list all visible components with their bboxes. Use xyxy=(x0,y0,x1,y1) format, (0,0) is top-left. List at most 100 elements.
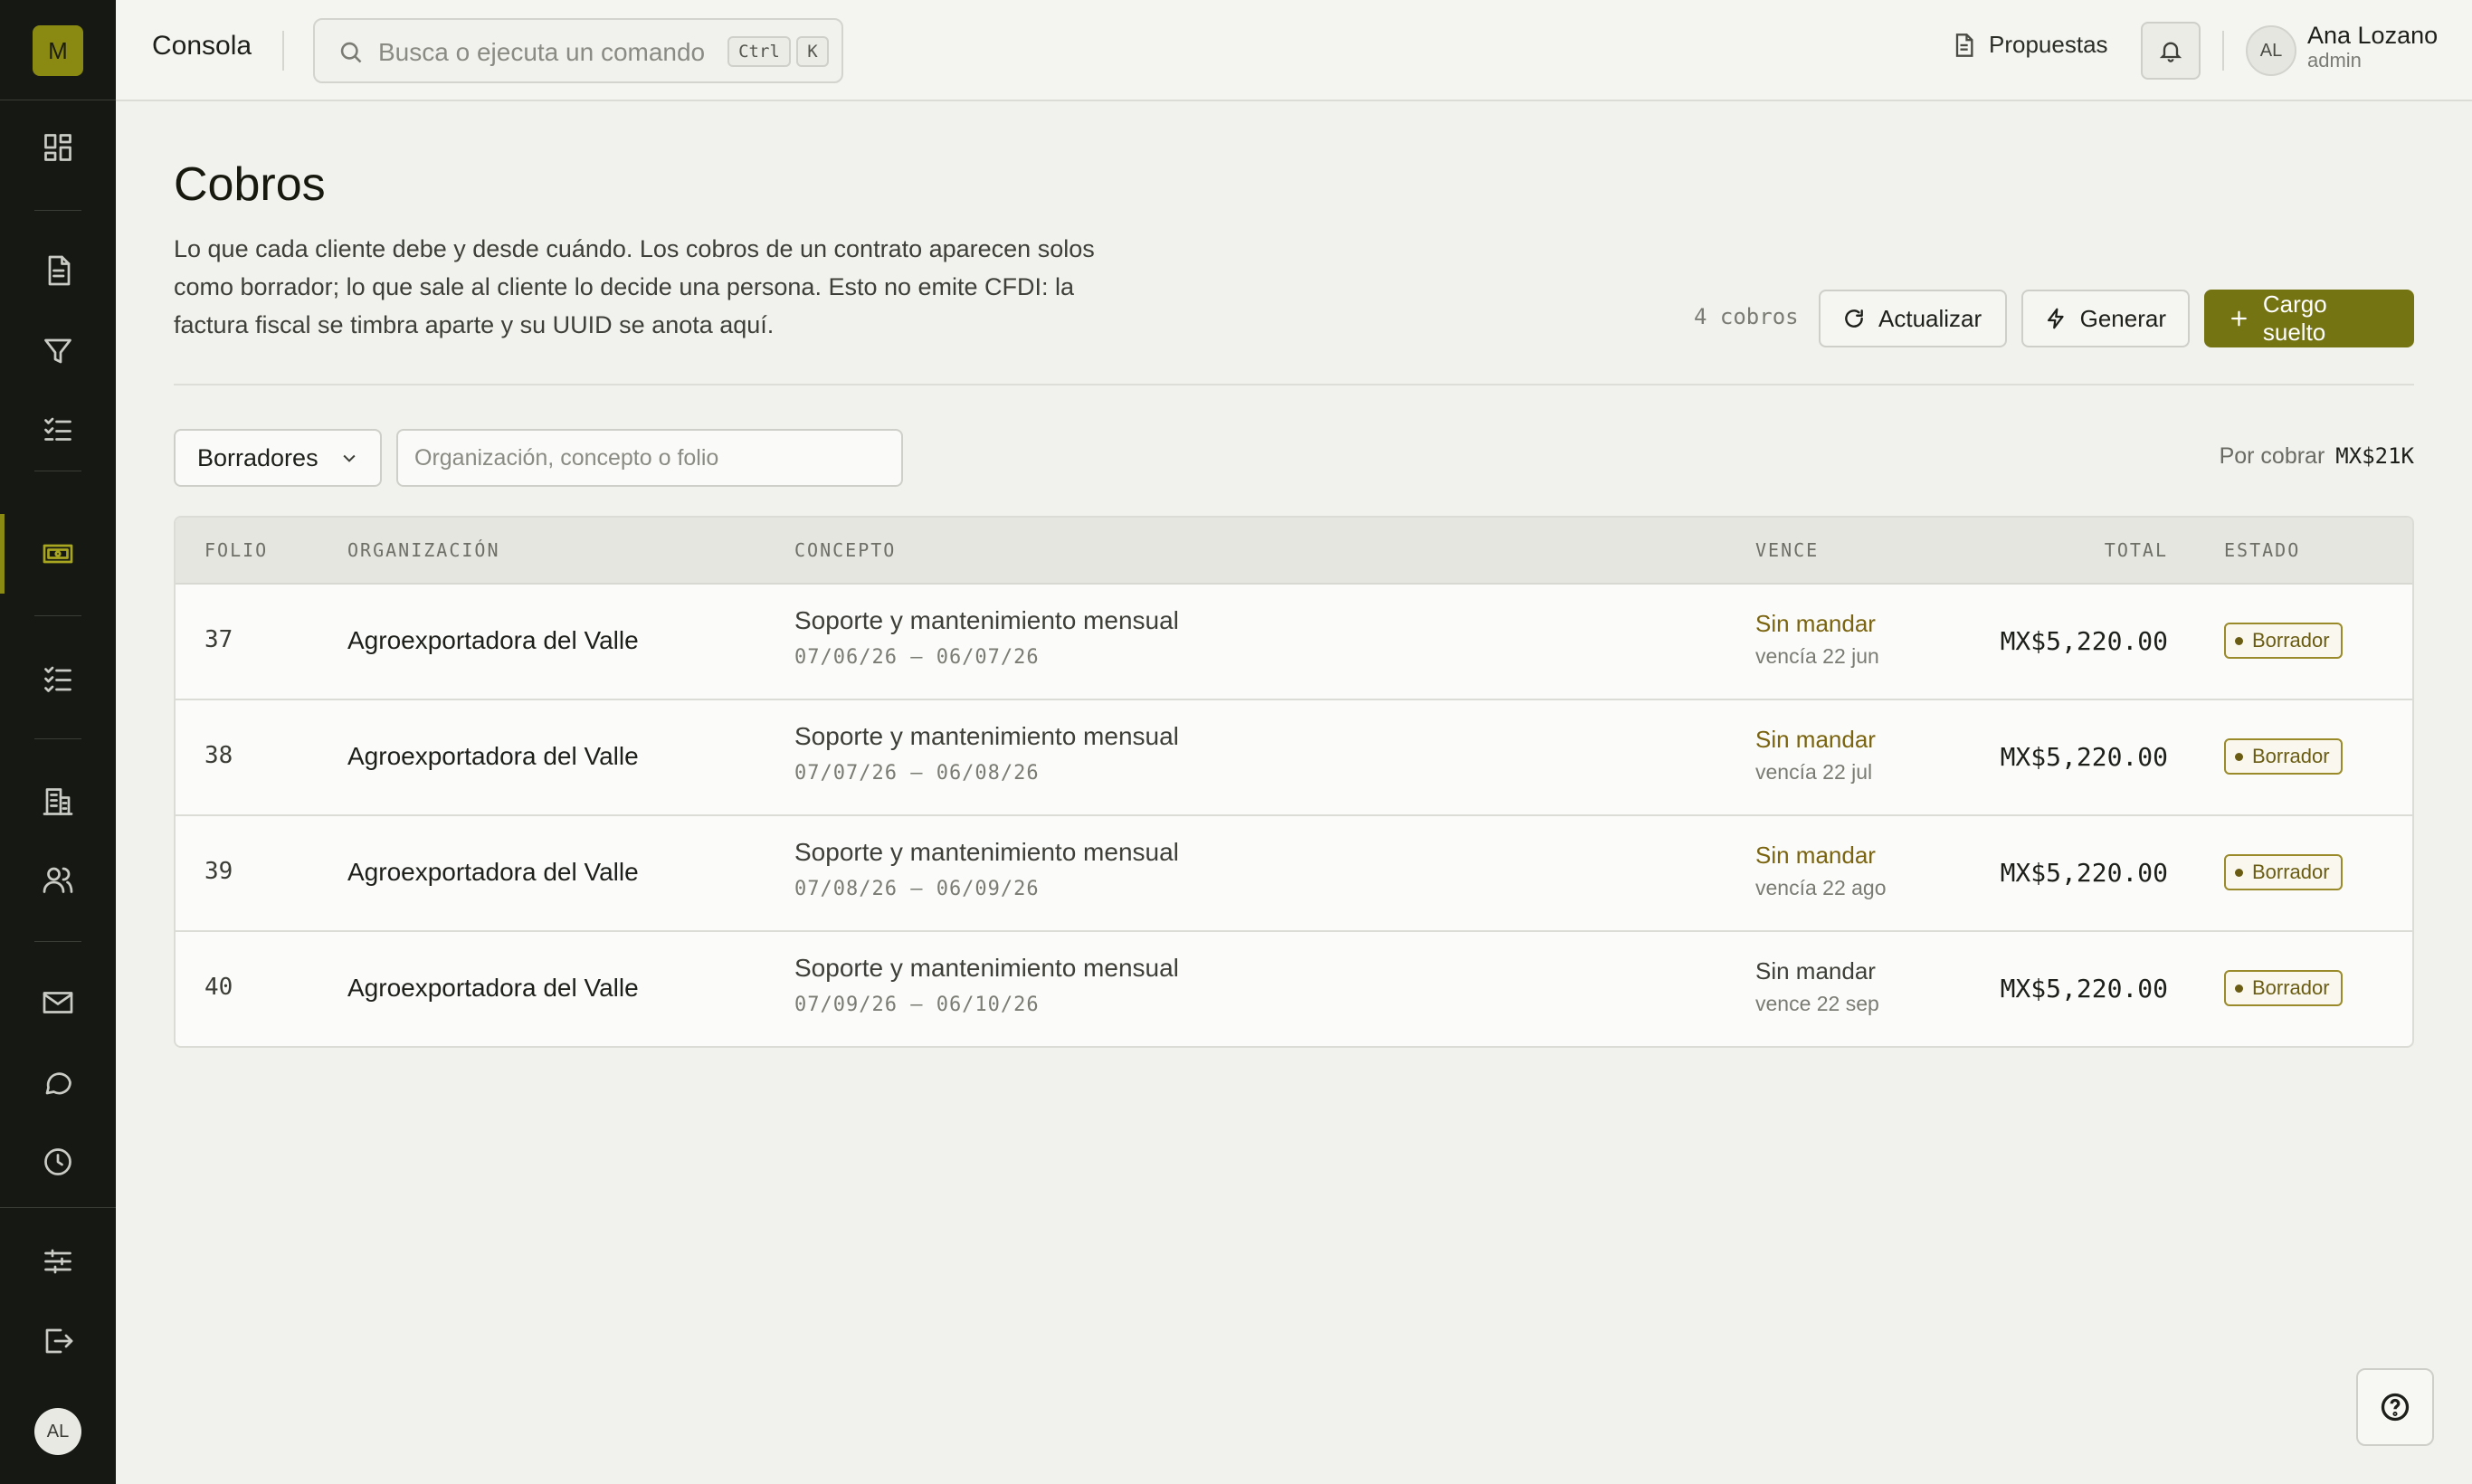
col-status[interactable]: ESTADO xyxy=(2224,539,2300,561)
propuestas-link[interactable]: Propuestas xyxy=(1951,31,2108,59)
col-due[interactable]: VENCE xyxy=(1755,539,1819,561)
sidebar-divider xyxy=(34,941,81,942)
status-badge: Borrador xyxy=(2224,623,2343,659)
add-charge-label: Cargo suelto xyxy=(2262,290,2327,346)
col-total[interactable]: TOTAL xyxy=(2105,539,2168,561)
refresh-icon xyxy=(1845,309,1863,328)
user-avatar[interactable]: AL xyxy=(2246,25,2296,76)
cell-due-date: vencía 22 jun xyxy=(1755,644,1879,668)
cell-total: MX$5,220.00 xyxy=(2000,974,2168,1004)
tasks-icon[interactable] xyxy=(40,661,76,697)
cell-total: MX$5,220.00 xyxy=(2000,742,2168,772)
cell-due-status: Sin mandar xyxy=(1755,957,1876,985)
add-charge-button[interactable]: Cargo suelto xyxy=(2204,290,2414,347)
propuestas-label: Propuestas xyxy=(1989,31,2108,58)
bell-icon xyxy=(2159,42,2182,62)
billing-icon[interactable] xyxy=(40,536,76,572)
cell-folio: 39 xyxy=(204,858,233,885)
brand-title[interactable]: Consola xyxy=(152,31,252,62)
cell-organization: Agroexportadora del Valle xyxy=(347,974,639,1002)
search-placeholder: Busca o ejecuta un comando xyxy=(378,38,706,66)
table-row[interactable]: 38 Agroexportadora del Valle Soporte y man… xyxy=(176,700,2412,816)
page-description: Lo que cada cliente debe y desde cuándo.… xyxy=(174,235,1095,338)
cell-concept: Soporte y mantenimiento mensual xyxy=(794,838,1179,866)
document-icon[interactable] xyxy=(40,252,76,289)
cell-folio: 40 xyxy=(204,974,233,1001)
users-icon[interactable] xyxy=(40,861,76,898)
charges-table: FOLIO ORGANIZACIÓN CONCEPTO VENCE TOTAL … xyxy=(174,516,2414,1048)
building-icon[interactable] xyxy=(40,784,76,820)
table-row[interactable]: 40 Agroexportadora del Valle Soporte y man… xyxy=(176,932,2412,1046)
cell-due-status: Sin mandar xyxy=(1755,842,1876,869)
help-button[interactable] xyxy=(2356,1368,2434,1446)
settings-sliders-icon[interactable] xyxy=(40,1243,76,1279)
notifications-button[interactable] xyxy=(2141,22,2201,80)
document-icon xyxy=(1955,33,1973,57)
search-icon xyxy=(340,42,362,63)
refresh-label: Actualizar xyxy=(1878,304,1982,332)
col-folio[interactable]: FOLIO xyxy=(204,539,268,561)
command-search[interactable]: Busca o ejecuta un comando Ctrl K xyxy=(313,18,843,83)
cell-due-date: vencía 22 jul xyxy=(1755,760,1873,784)
cell-due-status: Sin mandar xyxy=(1755,726,1876,753)
cell-organization: Agroexportadora del Valle xyxy=(347,742,639,770)
status-select-value: Borradores xyxy=(197,443,319,471)
cell-folio: 38 xyxy=(204,742,233,769)
cell-folio: 37 xyxy=(204,626,233,653)
cell-period: 07/06/26 – 06/07/26 xyxy=(794,646,1040,669)
header-divider xyxy=(2222,31,2224,71)
funnel-icon[interactable] xyxy=(40,333,76,369)
clock-icon[interactable] xyxy=(40,1144,76,1180)
status-badge: Borrador xyxy=(2224,854,2343,890)
status-dot xyxy=(2235,636,2243,645)
user-name[interactable]: Ana Lozano xyxy=(2307,22,2438,50)
logout-icon[interactable] xyxy=(40,1323,76,1359)
chat-icon[interactable] xyxy=(40,1064,76,1100)
cell-total: MX$5,220.00 xyxy=(2000,858,2168,888)
status-badge: Borrador xyxy=(2224,970,2343,1006)
filter-search-input[interactable] xyxy=(396,429,903,487)
kbd-ctrl: Ctrl xyxy=(727,36,791,67)
table-row[interactable]: 37 Agroexportadora del Valle Soporte y man… xyxy=(176,585,2412,700)
active-indicator xyxy=(0,514,5,594)
status-badge: Borrador xyxy=(2224,738,2343,775)
cell-due-date: vencía 22 ago xyxy=(1755,876,1887,899)
col-organization[interactable]: ORGANIZACIÓN xyxy=(347,539,500,561)
cell-concept: Soporte y mantenimiento mensual xyxy=(794,606,1179,634)
status-label: Borrador xyxy=(2252,976,2330,999)
dashboard-icon[interactable] xyxy=(40,129,76,166)
receivable-amount: MX$21K xyxy=(2335,443,2414,469)
status-dot xyxy=(2235,984,2243,993)
generate-button[interactable]: Generar xyxy=(2021,290,2190,347)
sidebar-divider xyxy=(34,210,81,211)
status-dot xyxy=(2235,868,2243,877)
cell-period: 07/08/26 – 06/09/26 xyxy=(794,878,1040,900)
record-count: 4 cobros xyxy=(1694,304,1799,329)
chevron-down-icon xyxy=(343,454,356,462)
checklist-icon[interactable] xyxy=(40,412,76,448)
status-select[interactable]: Borradores xyxy=(174,429,382,487)
user-role: admin xyxy=(2307,49,2362,71)
status-label: Borrador xyxy=(2252,745,2330,767)
mail-icon[interactable] xyxy=(40,985,76,1021)
col-concept[interactable]: CONCEPTO xyxy=(794,539,896,561)
sidebar: M AL xyxy=(0,0,116,1484)
section-divider xyxy=(174,384,2414,385)
lightning-icon xyxy=(2047,308,2064,329)
header-divider xyxy=(282,31,284,71)
help-icon xyxy=(2381,1393,2410,1422)
app-logo[interactable]: M xyxy=(33,25,83,76)
refresh-button[interactable]: Actualizar xyxy=(1819,290,2007,347)
cell-concept: Soporte y mantenimiento mensual xyxy=(794,722,1179,750)
cell-organization: Agroexportadora del Valle xyxy=(347,858,639,886)
table-row[interactable]: 39 Agroexportadora del Valle Soporte y man… xyxy=(176,816,2412,932)
status-label: Borrador xyxy=(2252,629,2330,652)
cell-total: MX$5,220.00 xyxy=(2000,626,2168,656)
sidebar-avatar[interactable]: AL xyxy=(34,1408,81,1455)
cell-due-status: Sin mandar xyxy=(1755,610,1876,637)
sidebar-divider xyxy=(34,615,81,616)
cell-due-date: vence 22 sep xyxy=(1755,992,1879,1015)
top-header: Consola Busca o ejecuta un comando Ctrl … xyxy=(116,0,2472,101)
sidebar-divider xyxy=(0,1207,116,1208)
sidebar-divider xyxy=(34,738,81,739)
